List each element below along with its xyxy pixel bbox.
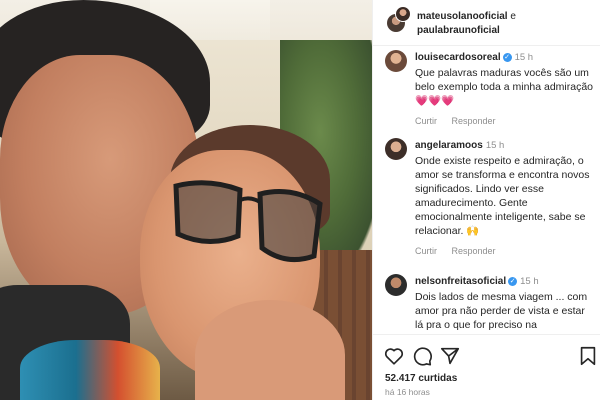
- comment-actions: Curtir Responder: [415, 244, 595, 258]
- reply-button[interactable]: Responder: [452, 246, 496, 256]
- like-comment-button[interactable]: Curtir: [415, 246, 437, 256]
- comment-text-body: Onde existe respeito e admiração, o amor…: [415, 155, 590, 237]
- woman-arm: [195, 300, 345, 400]
- post-photo: [0, 0, 372, 400]
- commenter-avatar[interactable]: [385, 138, 407, 160]
- comment-text-body: Dois lados de mesma viagem ... com amor …: [415, 291, 588, 331]
- comment-text: Que palavras maduras vocês são um belo e…: [415, 66, 595, 108]
- comment-actions: Curtir Responder: [415, 114, 595, 128]
- post-footer: 52.417 curtidas há 16 horas: [373, 334, 600, 400]
- like-comment-button[interactable]: Curtir: [415, 116, 437, 126]
- bookmark-icon[interactable]: [577, 345, 599, 367]
- author-conjunction: e: [510, 11, 516, 22]
- commenter-username[interactable]: nelsonfreitasoficial: [415, 276, 506, 287]
- comments-list: louisecardosoreal ✓ 15 h Que palavras madu…: [373, 46, 600, 334]
- author-name[interactable]: mateusolanooficial: [417, 11, 508, 22]
- sunglasses: [173, 180, 323, 263]
- post-authors: mateusolanooficial e paulabraunoficial: [417, 10, 516, 38]
- comment-emoji: 🙌: [466, 225, 480, 237]
- likes-count[interactable]: 52.417 curtidas: [385, 373, 457, 384]
- comment-text: Dois lados de mesma viagem ... com amor …: [415, 290, 595, 332]
- verified-icon: ✓: [502, 52, 512, 62]
- comments-panel: mateusolanooficial e paulabraunoficial l…: [372, 0, 600, 400]
- share-icon[interactable]: [439, 345, 461, 367]
- comment-text: Onde existe respeito e admiração, o amor…: [415, 154, 595, 238]
- comment-time: 15 h: [520, 276, 539, 287]
- woman-top: [20, 340, 160, 400]
- commenter-avatar[interactable]: [385, 274, 407, 296]
- post-header: mateusolanooficial e paulabraunoficial: [373, 0, 600, 46]
- commenter-avatar[interactable]: [385, 50, 407, 72]
- comment-time: 15 h: [485, 140, 505, 151]
- comment-icon[interactable]: [411, 345, 433, 367]
- heart-icon[interactable]: [383, 345, 405, 367]
- commenter-username[interactable]: angelaramoos: [415, 140, 483, 151]
- verified-icon: ✓: [508, 276, 518, 286]
- reply-button[interactable]: Responder: [452, 116, 496, 126]
- author-avatar-secondary[interactable]: [395, 6, 411, 22]
- comment-text-body: Que palavras maduras vocês são um belo e…: [415, 67, 594, 93]
- commenter-username[interactable]: louisecardosoreal: [415, 52, 501, 63]
- comment-time: 15 h: [514, 52, 534, 63]
- comment-emoji: 💗💗💗: [415, 95, 455, 107]
- post-time: há 16 horas: [385, 387, 430, 397]
- coauthor-name[interactable]: paulabraunoficial: [417, 25, 500, 36]
